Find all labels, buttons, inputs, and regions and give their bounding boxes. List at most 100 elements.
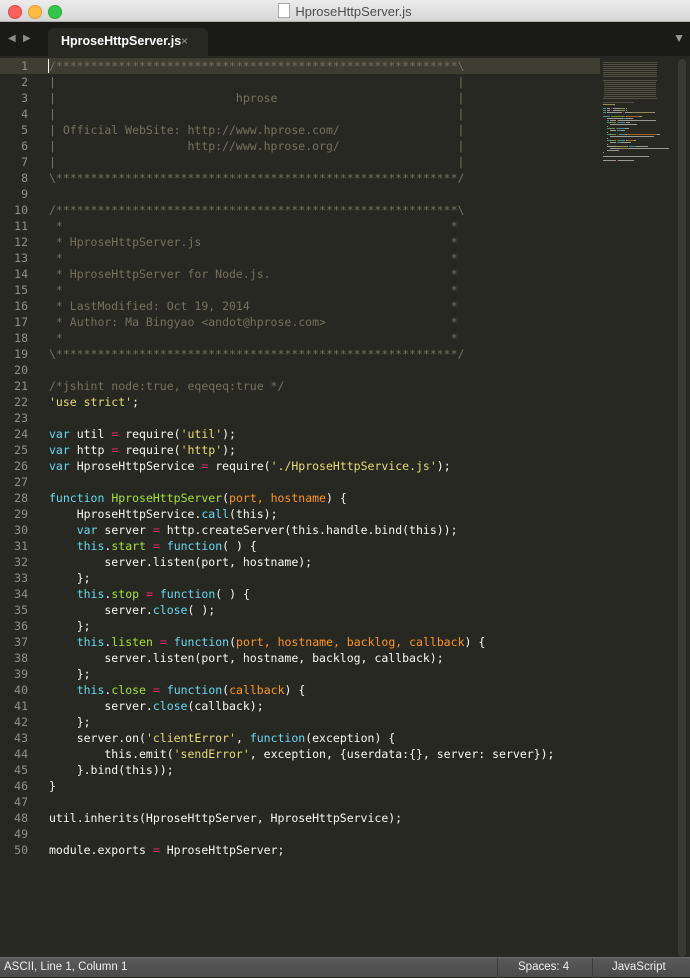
line-number: 34 — [14, 587, 28, 601]
code-line[interactable]: 48 util.inherits(HproseHttpServer, Hprose… — [0, 810, 600, 826]
tab-menu-chevron-down-icon[interactable]: ▼ — [673, 31, 685, 45]
code-line[interactable]: 16 * LastModified: Oct 19, 2014 * — [0, 298, 600, 314]
minimap-mark — [625, 110, 628, 111]
code-line[interactable]: 3 | hprose | — [0, 90, 600, 106]
keyword-token: function — [166, 683, 223, 697]
code-line[interactable]: 41 server.close(callback); — [0, 698, 600, 714]
line-number: 32 — [14, 555, 28, 569]
scrollbar-thumb[interactable] — [678, 59, 686, 957]
minimap-mark — [606, 150, 620, 151]
code-line[interactable]: 50 module.exports = HproseHttpServer; — [0, 842, 600, 858]
code-line[interactable]: 39 }; — [0, 666, 600, 682]
code-line[interactable]: 45 }.bind(this)); — [0, 762, 600, 778]
code-line[interactable]: 6 | http://www.hprose.org/ | — [0, 138, 600, 154]
minimap-mark — [610, 148, 620, 149]
keyword-token: call — [201, 507, 230, 521]
line-code: * * — [49, 282, 458, 298]
line-code: /*jshint node:true, eqeqeq:true */ — [49, 378, 284, 394]
code-line[interactable]: 2 | | — [0, 74, 600, 90]
code-line[interactable]: 1 /**************************************… — [0, 58, 600, 74]
line-number: 4 — [21, 107, 28, 121]
code-line[interactable]: 36 }; — [0, 618, 600, 634]
syntax-selector[interactable]: JavaScript — [612, 961, 666, 973]
back-arrow-icon[interactable]: ◀ — [8, 33, 16, 44]
line-code: util.inherits(HproseHttpServer, HproseHt… — [49, 810, 402, 826]
code-line[interactable]: 15 * * — [0, 282, 600, 298]
code-line[interactable]: 44 this.emit('sendError', exception, {us… — [0, 746, 600, 762]
status-divider — [497, 958, 498, 978]
code-line[interactable]: 4 | | — [0, 106, 600, 122]
comment-token: * * — [49, 251, 458, 265]
code-line[interactable]: 46} — [0, 778, 600, 794]
line-number: 49 — [14, 827, 28, 841]
minimap-mark — [626, 116, 639, 117]
line-code: | | — [49, 154, 464, 170]
forward-arrow-icon[interactable]: ▶ — [23, 33, 31, 44]
keyword-token: this — [76, 635, 105, 649]
code-token: server.on( — [49, 731, 146, 745]
line-code: var HproseHttpService = require('./Hpros… — [49, 458, 451, 474]
code-line[interactable]: 47 — [0, 794, 600, 810]
code-line[interactable]: 24 var util = require('util'); — [0, 426, 600, 442]
code-line[interactable]: 40 this.close = function(callback) { — [0, 682, 600, 698]
code-line[interactable]: 21 /*jshint node:true, eqeqeq:true */ — [0, 378, 600, 394]
minimap-mark — [603, 68, 657, 69]
code-editor[interactable]: 1 /**************************************… — [0, 56, 690, 957]
code-line[interactable]: 37 this.listen = function(port, hostname… — [0, 634, 600, 650]
tab-close-icon[interactable]: × — [181, 34, 188, 48]
code-line[interactable]: 35 server.close( ); — [0, 602, 600, 618]
window-title-text: HproseHttpServer.js — [295, 4, 412, 19]
code-line[interactable]: 12 * HproseHttpServer.js * — [0, 234, 600, 250]
line-number: 20 — [14, 363, 28, 377]
code-line[interactable]: 32 server.listen(port, hostname); — [0, 554, 600, 570]
code-line[interactable]: 23 — [0, 410, 600, 426]
minimap-mark — [603, 70, 657, 71]
code-line[interactable]: 22 'use strict'; — [0, 394, 600, 410]
tab-hprosehttpserver-js[interactable]: HproseHttpServer.js × — [48, 28, 208, 56]
vertical-scrollbar[interactable] — [677, 59, 687, 957]
line-number: 5 — [21, 123, 28, 137]
code-line[interactable]: 34 this.stop = function( ) { — [0, 586, 600, 602]
code-line[interactable]: 38 server.listen(port, hostname, backlog… — [0, 650, 600, 666]
code-token: server.listen(port, hostname, backlog, c… — [49, 651, 444, 665]
code-line[interactable]: 31 this.start = function( ) { — [0, 538, 600, 554]
code-line[interactable]: 7 | | — [0, 154, 600, 170]
line-code: var server = http.createServer(this.hand… — [49, 522, 458, 538]
code-line[interactable]: 49 — [0, 826, 600, 842]
code-line[interactable]: 26 var HproseHttpService = require('./Hpr… — [0, 458, 600, 474]
window-titlebar: HproseHttpServer.js — [0, 0, 690, 22]
minimap-mark — [603, 94, 657, 95]
code-line[interactable]: 30 var server = http.createServer(this.h… — [0, 522, 600, 538]
code-line[interactable]: 27 — [0, 474, 600, 490]
code-line[interactable]: 42 }; — [0, 714, 600, 730]
code-line[interactable]: 29 HproseHttpService.call(this); — [0, 506, 600, 522]
code-line[interactable]: 28 function HproseHttpServer(port, hostna… — [0, 490, 600, 506]
minimap-mark — [615, 146, 628, 147]
code-line[interactable]: 18 * * — [0, 330, 600, 346]
line-number: 27 — [14, 475, 28, 489]
code-line[interactable]: 9 — [0, 186, 600, 202]
indentation-setting[interactable]: Spaces: 4 — [518, 961, 569, 973]
code-line[interactable]: 11 * * — [0, 218, 600, 234]
minimap-mark — [603, 80, 657, 81]
code-line[interactable]: 20 — [0, 362, 600, 378]
code-token: ) { — [284, 683, 306, 697]
minimap-mark — [606, 108, 611, 109]
code-token: this.emit( — [49, 747, 174, 761]
code-line[interactable]: 5 | Official WebSite: http://www.hprose.c… — [0, 122, 600, 138]
minimap-mark — [606, 144, 609, 145]
code-line[interactable]: 19 \*************************************… — [0, 346, 600, 362]
minimap[interactable] — [600, 56, 669, 166]
code-line[interactable]: 8 \**************************************… — [0, 170, 600, 186]
code-line[interactable]: 14 * HproseHttpServer for Node.js. * — [0, 266, 600, 282]
line-code: * * — [49, 218, 458, 234]
code-line[interactable]: 43 server.on('clientError', function(exc… — [0, 730, 600, 746]
code-line[interactable]: 33 }; — [0, 570, 600, 586]
code-line[interactable]: 17 * Author: Ma Bingyao <andot@hprose.co… — [0, 314, 600, 330]
code-line[interactable]: 13 * * — [0, 250, 600, 266]
code-line[interactable]: 10 /*************************************… — [0, 202, 600, 218]
code-line[interactable]: 25 var http = require('http'); — [0, 442, 600, 458]
keyword-token: this — [76, 539, 105, 553]
line-number: 17 — [14, 315, 28, 329]
